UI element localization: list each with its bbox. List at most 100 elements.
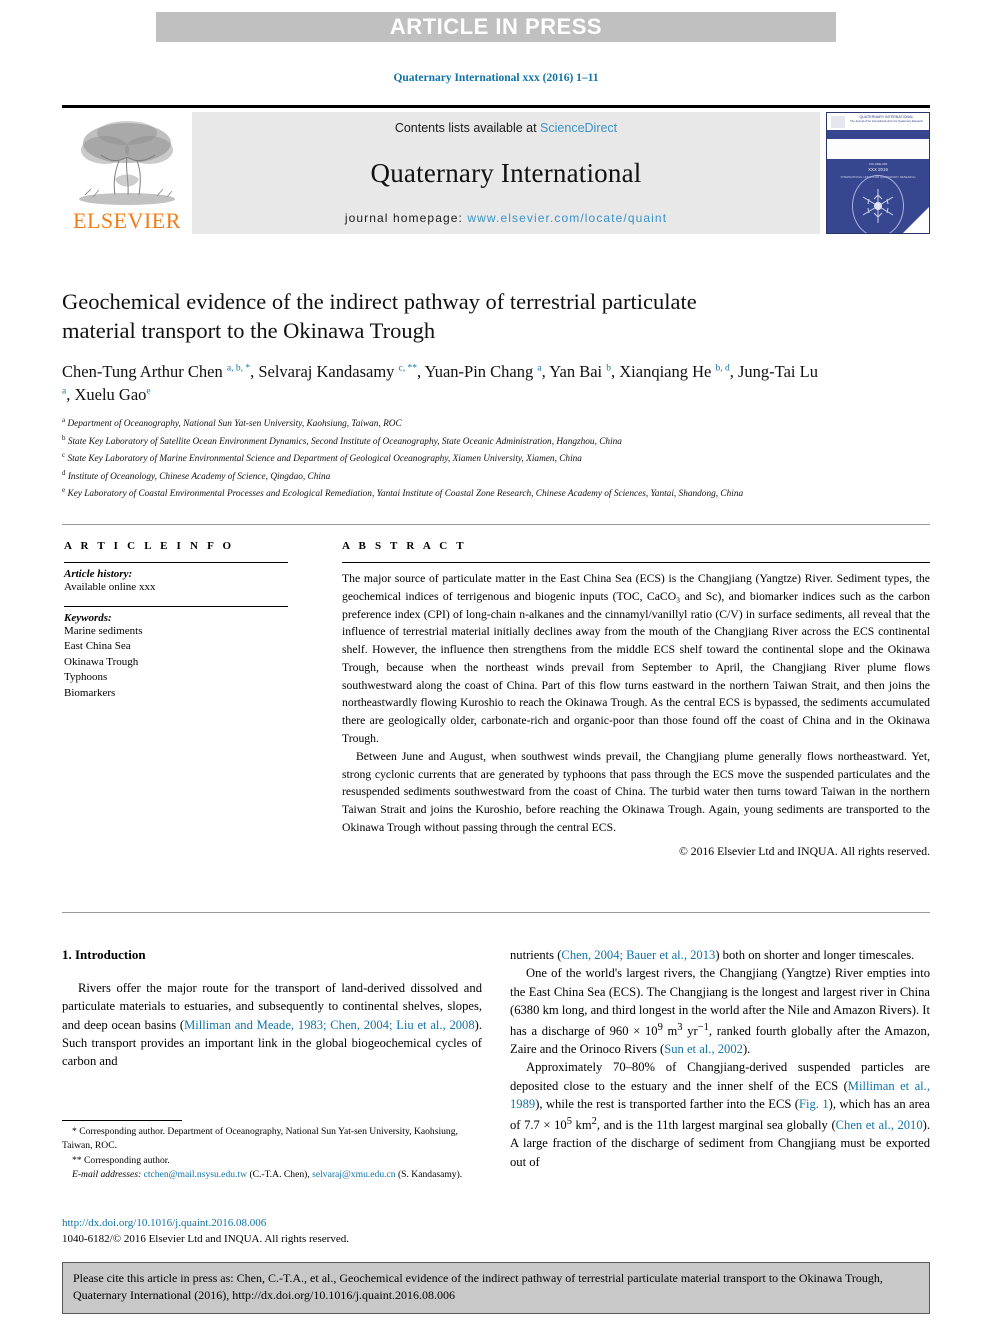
author: Xuelu Gaoe xyxy=(74,385,150,404)
section-heading-introduction: 1. Introduction xyxy=(62,947,146,962)
keyword-item: East China Sea xyxy=(64,640,131,653)
author-affiliation-marks: c, ** xyxy=(398,363,417,374)
cite-this-article-footer: Please cite this article in press as: Ch… xyxy=(62,1262,930,1314)
author: Chen-Tung Arthur Chen a, b, * xyxy=(62,362,250,381)
keywords-label: Keywords: xyxy=(64,611,112,624)
author-separator: , xyxy=(729,362,738,381)
author-name: Chen-Tung Arthur Chen xyxy=(62,362,223,381)
email-owner: (S. Kandasamy). xyxy=(397,1169,463,1181)
paragraph-text: ) both on shorter and longer timescales. xyxy=(715,948,915,962)
affiliation-mark: b xyxy=(62,433,66,442)
paragraph-text: ), while the rest is transported farther… xyxy=(535,1097,799,1112)
article-history-label: Article history: xyxy=(64,568,133,580)
keyword-item: Marine sediments xyxy=(64,624,143,637)
journal-homepage-link[interactable]: www.elsevier.com/locate/quaint xyxy=(467,211,667,225)
citation-link[interactable]: Sun et al., 2002 xyxy=(664,1042,743,1056)
affiliation-mark: d xyxy=(62,468,66,477)
author-affiliation-marks: b, d xyxy=(715,363,730,374)
sciencedirect-link[interactable]: ScienceDirect xyxy=(540,121,617,135)
email-link[interactable]: selvaraj@xmu.edu.cn xyxy=(312,1169,395,1180)
author-name: Xuelu Gao xyxy=(74,385,147,405)
keyword-item: Okinawa Trough xyxy=(64,655,139,668)
cover-mid-strip xyxy=(827,139,929,159)
affiliation-item: c State Key Laboratory of Marine Environ… xyxy=(62,450,882,468)
cover-snowflake-icon xyxy=(862,189,894,223)
paragraph-text: ). xyxy=(742,1042,751,1057)
article-in-press-label: ARTICLE IN PRESS xyxy=(389,14,603,39)
info-section-top-rule xyxy=(62,524,930,525)
author-name: Selvaraj Kandasamy xyxy=(258,362,395,381)
author: Selvaraj Kandasamy c, ** xyxy=(258,362,417,381)
email-owner: (C.-T.A. Chen) xyxy=(249,1169,308,1181)
doi-link[interactable]: http://dx.doi.org/10.1016/j.quaint.2016.… xyxy=(62,1216,492,1232)
citation-link[interactable]: Chen, 2004; Bauer et al., 2013 xyxy=(561,948,715,962)
info-section-bottom-rule xyxy=(62,912,930,913)
elsevier-tree-icon xyxy=(79,121,175,205)
issn-copyright-line: 1040-6182/© 2016 Elsevier Ltd and INQUA.… xyxy=(62,1232,349,1245)
paragraph-text: km xyxy=(571,1117,592,1132)
author-name: Jung-Tai Lu xyxy=(738,362,818,381)
affiliation-item: b State Key Laboratory of Satellite Ocea… xyxy=(62,433,882,451)
body-paragraph: Approximately 70–80% of Changjiang-deriv… xyxy=(510,1058,930,1170)
footnote-mark: * xyxy=(72,1126,77,1137)
contents-lists-prefix: Contents lists available at xyxy=(394,121,541,135)
abstract-paragraph: The major source of particulate matter i… xyxy=(342,572,930,746)
body-paragraph: nutrients (Chen, 2004; Bauer et al., 201… xyxy=(510,946,930,964)
email-addresses-label: E-mail addresses: xyxy=(72,1169,142,1181)
journal-title: Quaternary International xyxy=(370,157,642,188)
affiliation-text: Institute of Oceanology, Chinese Academy… xyxy=(67,471,331,482)
affiliation-item: d Institute of Oceanology, Chinese Acade… xyxy=(62,468,882,486)
cover-journal-subtitle: The Journal of the International Union f… xyxy=(850,120,923,123)
email-link[interactable]: ctchen@mail.nsysu.edu.tw xyxy=(144,1169,247,1180)
article-in-press-banner: ARTICLE IN PRESS xyxy=(156,12,836,42)
footnote-item: ** Corresponding author. xyxy=(62,1154,482,1168)
elsevier-wordmark: ELSEVIER xyxy=(73,208,181,233)
keyword-item: Biomarkers xyxy=(64,687,116,700)
affiliation-text: State Key Laboratory of Satellite Ocean … xyxy=(67,436,622,447)
article-info-divider-2 xyxy=(64,605,288,607)
exponent: −1 xyxy=(697,1021,709,1033)
author: Yan Bai b xyxy=(549,362,611,381)
author-affiliation-marks: a, b, * xyxy=(226,363,251,374)
citation-link[interactable]: Milliman and Meade, 1983; Chen, 2004; Li… xyxy=(184,1018,475,1032)
author-separator: , xyxy=(417,362,425,381)
paragraph-text: m xyxy=(662,1023,678,1038)
body-paragraph: One of the world's largest rivers, the C… xyxy=(510,964,930,1058)
abstract-block: A B S T R A C T The major source of part… xyxy=(342,540,930,858)
author-list: Chen-Tung Arthur Chen a, b, *, Selvaraj … xyxy=(62,360,822,407)
affiliation-text: State Key Laboratory of Marine Environme… xyxy=(67,454,582,465)
footnote-text: Corresponding author. xyxy=(84,1154,170,1166)
cover-logo-mark xyxy=(831,116,845,128)
doi-block: http://dx.doi.org/10.1016/j.quaint.2016.… xyxy=(62,1216,492,1248)
cover-issue: XXX 2016 xyxy=(868,167,888,172)
article-info-divider-1 xyxy=(64,562,288,563)
body-paragraph: Rivers offer the major route for the tra… xyxy=(62,979,482,1071)
figure-link[interactable]: Fig. 1 xyxy=(799,1097,829,1111)
cover-seal-icon xyxy=(852,175,904,233)
affiliation-text: Department of Oceanography, National Sun… xyxy=(67,419,402,430)
author-name: Xianqiang He xyxy=(619,362,712,381)
author: Yuan-Pin Chang a xyxy=(425,362,542,381)
paragraph-text: nutrients ( xyxy=(510,948,562,962)
cover-page-curl xyxy=(901,205,929,233)
affiliation-list: a Department of Oceanography, National S… xyxy=(62,415,882,503)
author: Xianqiang He b, d xyxy=(619,362,729,381)
abstract-divider xyxy=(342,562,930,563)
journal-header-center: Contents lists available at ScienceDirec… xyxy=(192,112,820,234)
cover-volume: VOLUME 000 xyxy=(868,162,888,166)
journal-homepage-prefix: journal homepage: xyxy=(344,211,468,225)
citation-link[interactable]: Chen et al., 2010 xyxy=(836,1118,923,1132)
author-affiliation-marks: e xyxy=(146,386,151,397)
journal-header: ELSEVIER Contents lists available at Sci… xyxy=(62,105,930,234)
keyword-item: Typhoons xyxy=(64,671,108,684)
journal-homepage-line: journal homepage: www.elsevier.com/locat… xyxy=(345,211,667,225)
footnotes-block: * Corresponding author. Department of Oc… xyxy=(62,1120,482,1183)
affiliation-text: Key Laboratory of Coastal Environmental … xyxy=(67,489,744,500)
affiliation-item: a Department of Oceanography, National S… xyxy=(62,415,882,433)
affiliation-mark: e xyxy=(62,486,66,495)
article-history-value: Available online xxx xyxy=(64,581,156,593)
affiliation-item: e Key Laboratory of Coastal Environmenta… xyxy=(62,485,882,503)
journal-cover-thumbnail[interactable]: QUATERNARY INTERNATIONAL The Journal of … xyxy=(826,112,930,234)
author-name: Yan Bai xyxy=(549,362,603,381)
contents-lists-line: Contents lists available at ScienceDirec… xyxy=(395,121,617,135)
